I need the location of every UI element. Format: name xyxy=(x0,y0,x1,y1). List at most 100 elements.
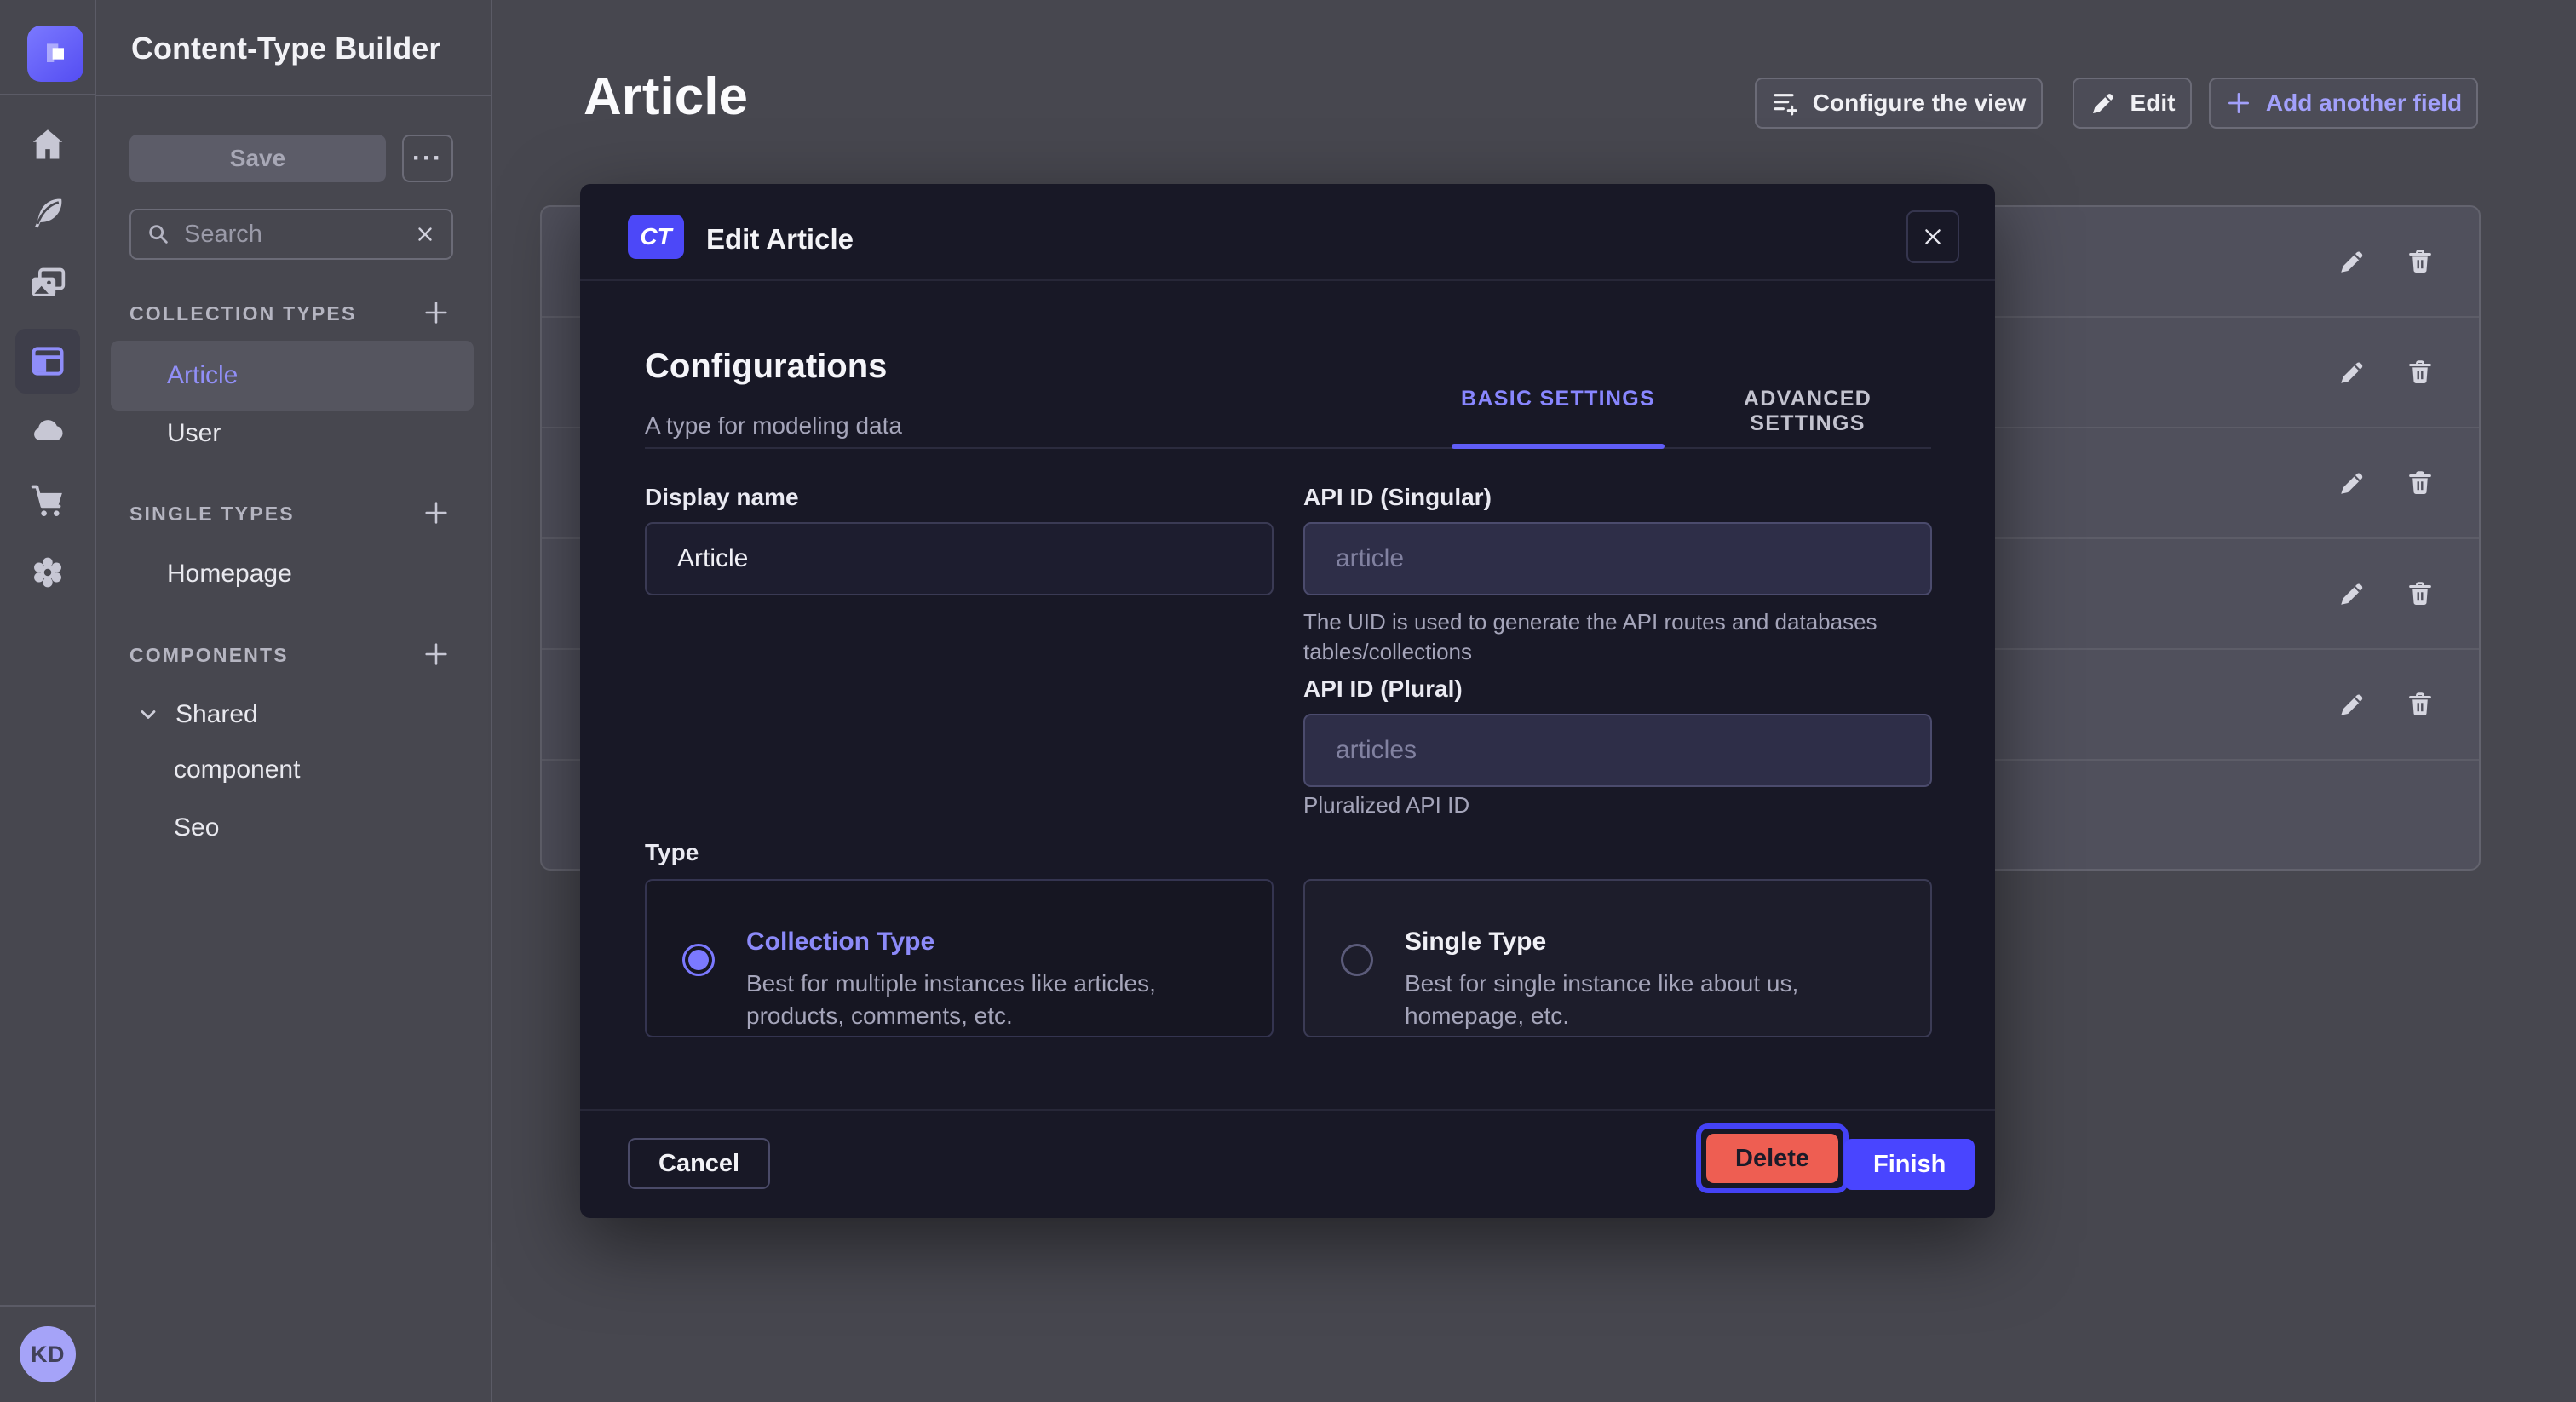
plus-icon xyxy=(422,498,451,527)
active-tab-underline xyxy=(1452,444,1665,449)
rail-item-content-manager[interactable] xyxy=(15,181,80,245)
row-edit-button[interactable] xyxy=(2331,240,2373,283)
page-title: Article xyxy=(584,66,748,127)
tab-advanced-settings[interactable]: ADVANCED SETTINGS xyxy=(1683,387,1932,436)
home-icon xyxy=(29,126,66,164)
type-label: Type xyxy=(645,839,699,866)
row-delete-button[interactable] xyxy=(2399,683,2441,726)
more-actions-button[interactable]: ··· xyxy=(402,135,453,182)
add-single-type-button[interactable] xyxy=(417,494,455,531)
row-edit-button[interactable] xyxy=(2331,683,2373,726)
section-components: COMPONENTS xyxy=(129,644,289,667)
configurations-title: Configurations xyxy=(645,348,887,386)
plugin-title: Content-Type Builder xyxy=(131,31,440,66)
api-id-plural-input xyxy=(1305,736,1930,765)
modal-footer-divider xyxy=(580,1109,1995,1111)
modal-close-button[interactable] xyxy=(1906,210,1959,263)
display-name-label: Display name xyxy=(645,484,799,511)
collection-type-radio[interactable] xyxy=(682,944,715,976)
close-icon xyxy=(1922,226,1944,248)
row-edit-button[interactable] xyxy=(2331,572,2373,615)
api-id-plural-hint: Pluralized API ID xyxy=(1303,790,1951,820)
add-another-field-button[interactable]: Add another field xyxy=(2209,78,2478,129)
rail-item-settings[interactable] xyxy=(15,540,80,605)
pencil-icon xyxy=(2090,89,2117,117)
save-button[interactable]: Save xyxy=(129,135,386,182)
display-name-field[interactable] xyxy=(645,522,1274,595)
modal-header-divider xyxy=(580,279,1995,281)
configure-list-icon xyxy=(1772,89,1799,117)
selected-item-highlight xyxy=(111,341,474,411)
single-type-card[interactable]: Single Type Best for single instance lik… xyxy=(1303,879,1932,1037)
feather-icon xyxy=(29,194,66,232)
sidebar-item-homepage[interactable]: Homepage xyxy=(167,560,292,589)
tabs-divider xyxy=(645,447,1931,449)
edit-button[interactable]: Edit xyxy=(2073,78,2192,129)
content-type-builder-icon xyxy=(29,342,66,380)
plus-icon xyxy=(2225,89,2252,117)
api-id-singular-input xyxy=(1305,544,1930,573)
single-type-radio[interactable] xyxy=(1341,944,1373,976)
sidebar-item-seo[interactable]: Seo xyxy=(174,813,219,842)
api-id-singular-label: API ID (Singular) xyxy=(1303,484,1492,511)
plus-icon xyxy=(422,640,451,669)
api-id-plural-field xyxy=(1303,714,1932,787)
search-icon xyxy=(147,222,170,246)
cancel-button[interactable]: Cancel xyxy=(628,1138,770,1189)
sidebar-item-user[interactable]: User xyxy=(167,419,221,448)
plus-icon xyxy=(422,298,451,327)
rail-divider-bottom xyxy=(0,1305,95,1307)
row-delete-button[interactable] xyxy=(2399,351,2441,394)
section-collection-types: COLLECTION TYPES xyxy=(129,302,357,325)
finish-button[interactable]: Finish xyxy=(1844,1139,1975,1190)
component-group-label: Shared xyxy=(175,700,258,729)
delete-button[interactable]: Delete xyxy=(1706,1134,1838,1183)
strapi-logo-icon xyxy=(38,37,72,71)
chevron-down-icon xyxy=(136,703,160,727)
collection-type-title: Collection Type xyxy=(746,928,934,957)
section-single-types: SINGLE TYPES xyxy=(129,503,295,526)
cloud-icon xyxy=(29,411,66,449)
add-collection-type-button[interactable] xyxy=(417,294,455,331)
single-type-title: Single Type xyxy=(1405,928,1546,957)
configure-view-button[interactable]: Configure the view xyxy=(1755,78,2043,129)
rail-item-media-library[interactable] xyxy=(15,251,80,316)
user-initials: KD xyxy=(31,1342,65,1368)
row-delete-button[interactable] xyxy=(2399,462,2441,504)
modal-title: Edit Article xyxy=(706,223,854,256)
delete-button-focus-ring: Delete xyxy=(1696,1123,1849,1193)
rail-item-marketplace[interactable] xyxy=(15,468,80,533)
plugin-header-divider xyxy=(95,95,492,96)
content-type-badge-label: CT xyxy=(640,223,671,250)
configure-view-label: Configure the view xyxy=(1813,89,2026,117)
configurations-subtitle: A type for modeling data xyxy=(645,412,902,440)
clear-search-icon[interactable] xyxy=(414,223,436,245)
strapi-logo[interactable] xyxy=(27,26,83,82)
gear-icon xyxy=(29,554,66,591)
api-id-singular-field xyxy=(1303,522,1932,595)
api-id-singular-hint: The UID is used to generate the API rout… xyxy=(1303,607,1951,667)
rail-item-content-type-builder[interactable] xyxy=(15,329,80,394)
add-another-field-label: Add another field xyxy=(2266,89,2462,117)
component-group-shared[interactable]: Shared xyxy=(136,700,258,729)
user-avatar[interactable]: KD xyxy=(20,1326,76,1382)
sidebar-item-component[interactable]: component xyxy=(174,756,300,784)
content-type-builder-app: KD Content-Type Builder Save ··· COLLECT… xyxy=(0,0,2576,1402)
rail-item-home[interactable] xyxy=(15,112,80,177)
row-edit-button[interactable] xyxy=(2331,351,2373,394)
display-name-input[interactable] xyxy=(647,544,1272,573)
row-delete-button[interactable] xyxy=(2399,572,2441,615)
rail-item-deploy-cloud[interactable] xyxy=(15,398,80,463)
search-box xyxy=(129,209,453,260)
sidebar-item-article[interactable]: Article xyxy=(167,361,238,390)
add-component-button[interactable] xyxy=(417,635,455,673)
collection-type-card[interactable]: Collection Type Best for multiple instan… xyxy=(645,879,1274,1037)
api-id-plural-label: API ID (Plural) xyxy=(1303,675,1463,703)
edit-label: Edit xyxy=(2130,89,2176,117)
rail-divider xyxy=(0,94,95,95)
search-input[interactable] xyxy=(182,220,402,250)
tab-basic-settings[interactable]: BASIC SETTINGS xyxy=(1452,387,1665,411)
row-edit-button[interactable] xyxy=(2331,462,2373,504)
edit-content-type-modal: CT Edit Article Configurations A type fo… xyxy=(580,184,1995,1218)
row-delete-button[interactable] xyxy=(2399,240,2441,283)
